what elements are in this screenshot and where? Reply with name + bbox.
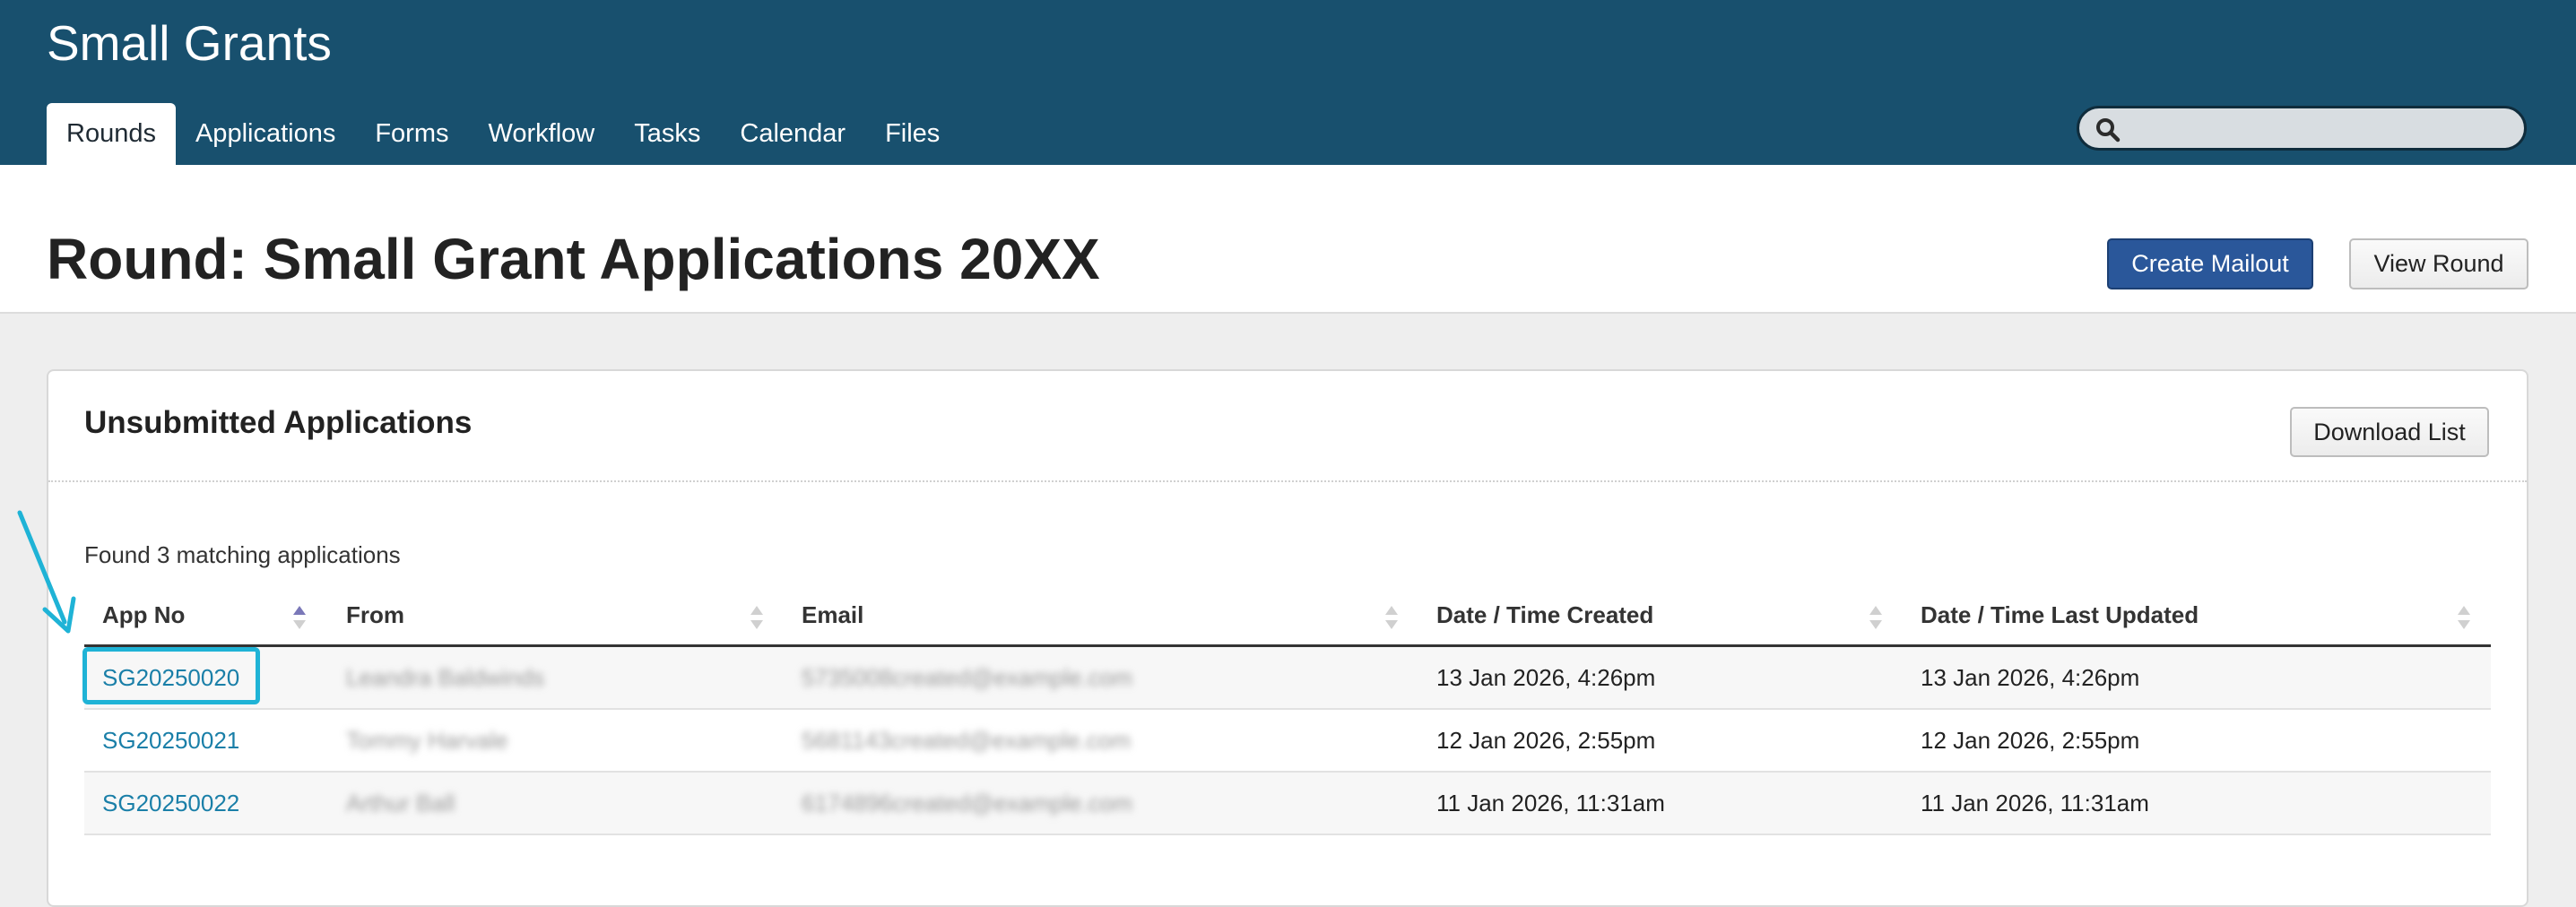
sort-icon[interactable] <box>750 604 764 631</box>
download-list-button[interactable]: Download List <box>2290 407 2489 457</box>
view-round-button[interactable]: View Round <box>2349 238 2528 289</box>
sort-icon[interactable] <box>1384 604 1399 631</box>
date-updated: 13 Jan 2026, 4:26pm <box>1921 664 2140 691</box>
tab-workflow[interactable]: Workflow <box>469 103 615 165</box>
tab-applications[interactable]: Applications <box>176 103 355 165</box>
applicant-email: 5735008created@example.com <box>802 664 1132 691</box>
unsubmitted-applications-panel: Unsubmitted Applications Download List F… <box>47 369 2528 907</box>
column-header-from[interactable]: From <box>346 586 404 644</box>
tab-calendar[interactable]: Calendar <box>720 103 865 165</box>
column-header-date-created[interactable]: Date / Time Created <box>1436 586 1653 644</box>
search-box[interactable] <box>2077 106 2527 151</box>
top-header-bar: Small Grants Rounds Applications Forms W… <box>0 0 2576 165</box>
sort-ascending-icon[interactable] <box>292 604 307 631</box>
applicant-name: Leandra Baldwinds <box>346 664 545 691</box>
column-header-app-no[interactable]: App No <box>102 586 185 644</box>
tab-tasks[interactable]: Tasks <box>614 103 720 165</box>
applicant-email: 6174896created@example.com <box>802 790 1132 816</box>
applicant-name: Tommy Harvale <box>346 727 508 754</box>
tab-rounds[interactable]: Rounds <box>47 103 176 165</box>
table-row: SG20250021 Tommy Harvale 5681143created@… <box>84 710 2491 773</box>
search-input[interactable] <box>2129 112 2510 146</box>
main-nav: Rounds Applications Forms Workflow Tasks… <box>47 103 959 165</box>
applicant-name: Arthur Ball <box>346 790 455 816</box>
tab-forms[interactable]: Forms <box>355 103 468 165</box>
create-mailout-button[interactable]: Create Mailout <box>2107 238 2313 289</box>
tab-files[interactable]: Files <box>865 103 959 165</box>
app-title: Small Grants <box>47 15 332 71</box>
page-title: Round: Small Grant Applications 20XX <box>47 227 1100 291</box>
panel-title: Unsubmitted Applications <box>84 405 473 440</box>
results-count: Found 3 matching applications <box>84 541 401 568</box>
date-created: 13 Jan 2026, 4:26pm <box>1436 664 1656 691</box>
sort-icon[interactable] <box>2457 604 2471 631</box>
highlight-box <box>82 647 260 704</box>
annotation-arrow-icon <box>17 510 76 634</box>
date-updated: 12 Jan 2026, 2:55pm <box>1921 727 2140 754</box>
applications-table: App No From Email Date / Time Created Da… <box>84 586 2491 835</box>
app-number-link[interactable]: SG20250022 <box>102 773 239 834</box>
date-created: 11 Jan 2026, 11:31am <box>1436 790 1665 816</box>
date-updated: 11 Jan 2026, 11:31am <box>1921 790 2149 816</box>
column-header-date-updated[interactable]: Date / Time Last Updated <box>1921 586 2199 644</box>
table-row: SG20250020 Leandra Baldwinds 5735008crea… <box>84 647 2491 710</box>
app-number-link[interactable]: SG20250021 <box>102 710 239 771</box>
column-header-email[interactable]: Email <box>802 586 863 644</box>
sort-icon[interactable] <box>1869 604 1883 631</box>
table-row: SG20250022 Arthur Ball 6174896created@ex… <box>84 773 2491 835</box>
date-created: 12 Jan 2026, 2:55pm <box>1436 727 1656 754</box>
page-title-band: Round: Small Grant Applications 20XX Cre… <box>0 165 2576 314</box>
panel-header: Unsubmitted Applications Download List <box>48 371 2527 482</box>
applicant-email: 5681143created@example.com <box>802 727 1132 754</box>
table-header: App No From Email Date / Time Created Da… <box>84 586 2491 647</box>
search-icon <box>2096 118 2121 143</box>
